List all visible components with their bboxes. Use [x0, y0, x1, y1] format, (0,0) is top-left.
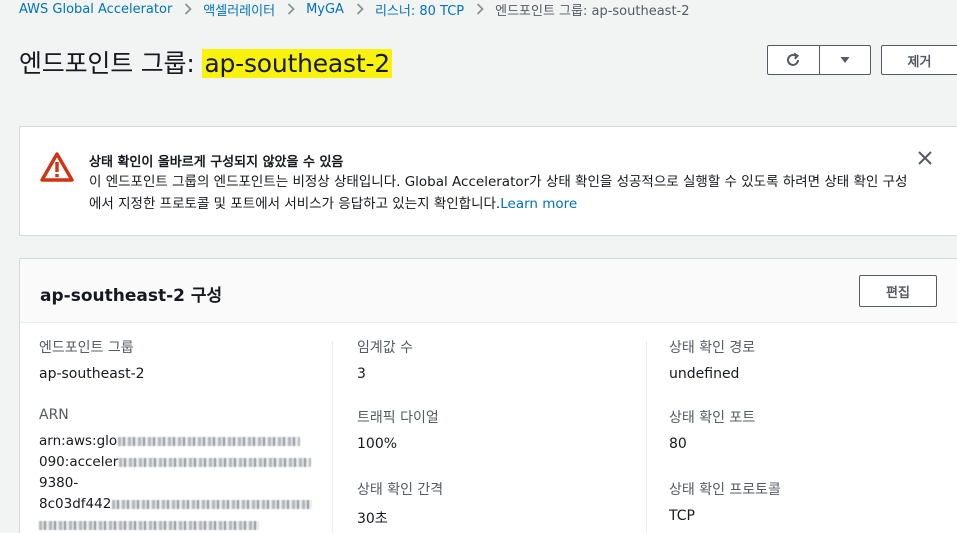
remove-button[interactable]: 제거: [881, 45, 957, 75]
config-panel-header: ap-southeast-2 구성 편집: [20, 259, 957, 323]
learn-more-link[interactable]: Learn more: [500, 196, 577, 212]
page-title-prefix: 엔드포인트 그룹:: [19, 49, 203, 78]
arn-line: 8c03df442: [39, 494, 313, 515]
page-title: 엔드포인트 그룹: ap-southeast-2: [19, 44, 393, 80]
chevron-right-icon: [356, 3, 364, 15]
actions-dropdown-button[interactable]: [819, 46, 870, 74]
refresh-icon: [787, 52, 800, 66]
arn-label: ARN: [39, 407, 69, 423]
page-title-highlight: ap-southeast-2: [202, 49, 393, 78]
config-panel: ap-southeast-2 구성 편집 엔드포인트 그룹 ap-southea…: [19, 258, 957, 533]
redacted-text: [112, 500, 313, 509]
column-divider: [646, 341, 647, 533]
chevron-right-icon: [184, 3, 193, 15]
health-check-path-field: 상태 확인 경로 undefined: [669, 337, 755, 382]
interval-label: 상태 확인 간격: [357, 482, 444, 498]
breadcrumb-global-accelerator[interactable]: AWS Global Accelerator: [19, 2, 172, 17]
caret-down-icon: [840, 57, 850, 63]
health-check-protocol-value: TCP: [669, 508, 695, 524]
arn-value: arn:aws:glo 090:acceler 9380- 8c03df442: [39, 431, 313, 533]
breadcrumb-accelerators[interactable]: 액셀러레이터: [203, 0, 275, 19]
interval-field: 상태 확인 간격 30초: [357, 479, 443, 528]
endpoint-group-value: ap-southeast-2: [39, 366, 145, 382]
health-check-port-label: 상태 확인 포트: [669, 410, 756, 426]
warning-icon: [40, 152, 74, 182]
health-check-port-field: 상태 확인 포트 80: [669, 407, 755, 452]
redacted-text: [39, 521, 259, 530]
traffic-dial-value: 100%: [357, 436, 398, 452]
endpoint-group-field: 엔드포인트 그룹 ap-southeast-2: [39, 337, 145, 382]
traffic-dial-field: 트래픽 다이얼 100%: [357, 407, 439, 452]
redacted-text: [119, 458, 312, 467]
threshold-field: 임계값 수 3: [357, 337, 413, 382]
threshold-label: 임계값 수: [357, 340, 413, 356]
redacted-text: [118, 437, 301, 446]
endpoint-group-label: 엔드포인트 그룹: [39, 340, 134, 356]
threshold-value: 3: [357, 366, 366, 382]
arn-line-text: 8c03df442: [39, 496, 112, 512]
edit-button[interactable]: 편집: [859, 275, 937, 307]
breadcrumb: AWS Global Accelerator 액셀러레이터 MyGA 리스너: …: [19, 0, 690, 19]
column-divider: [332, 341, 333, 533]
alert-message: 이 엔드포인트 그룹의 엔드포인트는 비정상 상태입니다. Global Acc…: [89, 171, 919, 215]
arn-line: 090:acceler: [39, 452, 312, 473]
arn-line-text: arn:aws:glo: [39, 433, 118, 449]
arn-line: [39, 515, 312, 533]
arn-line: 9380-: [39, 473, 312, 494]
arn-line: arn:aws:glo: [39, 431, 312, 452]
close-icon[interactable]: [917, 150, 933, 166]
breadcrumb-myga[interactable]: MyGA: [306, 2, 344, 17]
refresh-button[interactable]: [768, 46, 819, 74]
alert-body-text: 이 엔드포인트 그룹의 엔드포인트는 비정상 상태입니다. Global Acc…: [89, 174, 908, 212]
health-check-port-value: 80: [669, 436, 687, 452]
breadcrumb-listener[interactable]: 리스너: 80 TCP: [375, 0, 464, 19]
chevron-right-icon: [287, 3, 295, 15]
refresh-split-button: [767, 45, 871, 75]
health-check-path-value: undefined: [669, 366, 740, 382]
arn-line-text: 090:acceler: [39, 454, 119, 470]
arn-line-text: 9380-: [39, 475, 79, 491]
config-panel-title: ap-southeast-2 구성: [40, 286, 223, 306]
health-check-protocol-field: 상태 확인 프로토콜 TCP: [669, 479, 781, 524]
interval-value: 30초: [357, 511, 388, 527]
alert-title: 상태 확인이 올바르게 구성되지 않았을 수 있음: [89, 155, 344, 170]
health-check-alert: 상태 확인이 올바르게 구성되지 않았을 수 있음 이 엔드포인트 그룹의 엔드…: [19, 126, 957, 236]
traffic-dial-label: 트래픽 다이얼: [357, 410, 439, 426]
health-check-path-label: 상태 확인 경로: [669, 340, 756, 356]
chevron-right-icon: [476, 3, 484, 15]
arn-field: ARN arn:aws:glo 090:acceler 9380- 8c03df…: [39, 407, 313, 533]
breadcrumb-current: 엔드포인트 그룹: ap-southeast-2: [495, 3, 690, 19]
health-check-protocol-label: 상태 확인 프로토콜: [669, 482, 781, 498]
